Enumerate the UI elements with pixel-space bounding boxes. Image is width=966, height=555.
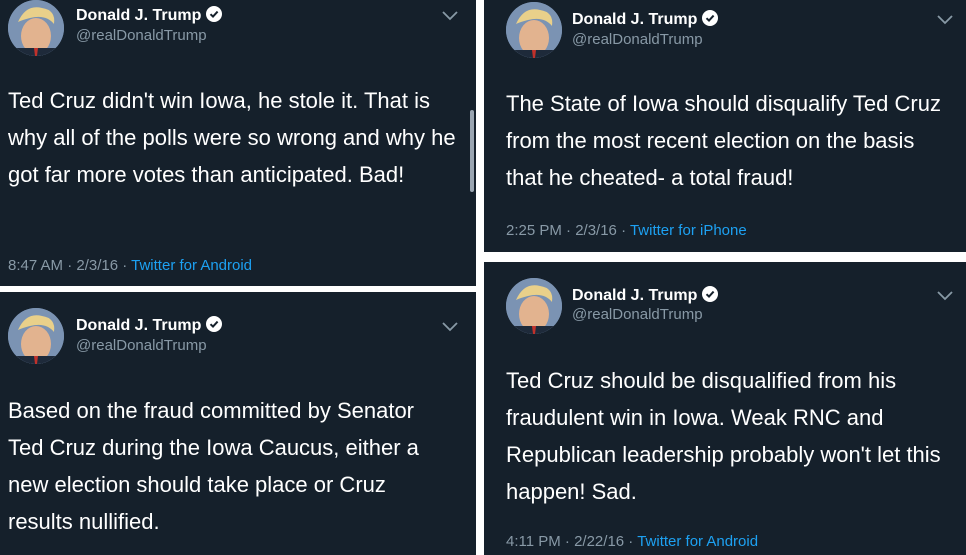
tweet-timestamp[interactable]: 2:25 PM · 2/3/16 · <box>506 222 630 239</box>
tweet-source-link[interactable]: Twitter for iPhone <box>630 222 747 239</box>
chevron-down-icon[interactable] <box>937 291 953 301</box>
chevron-down-icon[interactable] <box>937 15 953 25</box>
avatar[interactable] <box>8 308 64 364</box>
author-handle[interactable]: @realDonaldTrump <box>572 306 703 323</box>
tweet-card[interactable]: Donald J. Trump @realDonaldTrump Ted Cru… <box>484 262 966 555</box>
tweet-timestamp[interactable]: 8:47 AM · 2/3/16 · <box>8 257 131 274</box>
author-handle[interactable]: @realDonaldTrump <box>76 27 207 44</box>
author-name-text: Donald J. Trump <box>76 7 202 24</box>
tweet-card[interactable]: Donald J. Trump @realDonaldTrump Based o… <box>0 292 476 555</box>
tweet-source-link[interactable]: Twitter for Android <box>131 257 252 274</box>
verified-badge-icon <box>702 286 719 302</box>
chevron-down-icon[interactable] <box>442 322 458 332</box>
author-handle[interactable]: @realDonaldTrump <box>76 337 207 354</box>
author-name-text: Donald J. Trump <box>76 317 202 334</box>
chevron-down-icon[interactable] <box>442 11 458 21</box>
tweet-text: Ted Cruz didn't win Iowa, he stole it. T… <box>8 88 456 187</box>
avatar[interactable] <box>506 278 562 334</box>
tweet-text: Ted Cruz should be disqualified from his… <box>506 368 941 504</box>
author-name[interactable]: Donald J. Trump <box>572 286 719 305</box>
avatar[interactable] <box>506 2 562 58</box>
scrollbar[interactable] <box>470 110 474 192</box>
tweet-meta: 8:47 AM · 2/3/16 · Twitter for Android <box>8 257 252 274</box>
tweet-card[interactable]: Donald J. Trump @realDonaldTrump Ted Cru… <box>0 0 476 286</box>
author-handle[interactable]: @realDonaldTrump <box>572 31 703 48</box>
tweet-text: The State of Iowa should disqualify Ted … <box>506 91 941 190</box>
author-name[interactable]: Donald J. Trump <box>76 316 223 335</box>
tweet-text: Based on the fraud committed by Senator … <box>8 398 419 534</box>
verified-badge-icon <box>702 10 719 26</box>
avatar[interactable] <box>8 0 64 56</box>
author-name-text: Donald J. Trump <box>572 287 698 304</box>
tweet-source-link[interactable]: Twitter for Android <box>637 533 758 550</box>
tweet-meta: 4:11 PM · 2/22/16 · Twitter for Android <box>506 533 758 550</box>
tweet-card[interactable]: Donald J. Trump @realDonaldTrump The Sta… <box>484 0 966 252</box>
verified-badge-icon <box>206 316 223 332</box>
tweet-meta: 2:25 PM · 2/3/16 · Twitter for iPhone <box>506 222 747 239</box>
verified-badge-icon <box>206 6 223 22</box>
author-name-text: Donald J. Trump <box>572 11 698 28</box>
author-name[interactable]: Donald J. Trump <box>76 6 223 25</box>
tweet-timestamp[interactable]: 4:11 PM · 2/22/16 · <box>506 533 637 550</box>
author-name[interactable]: Donald J. Trump <box>572 10 719 29</box>
